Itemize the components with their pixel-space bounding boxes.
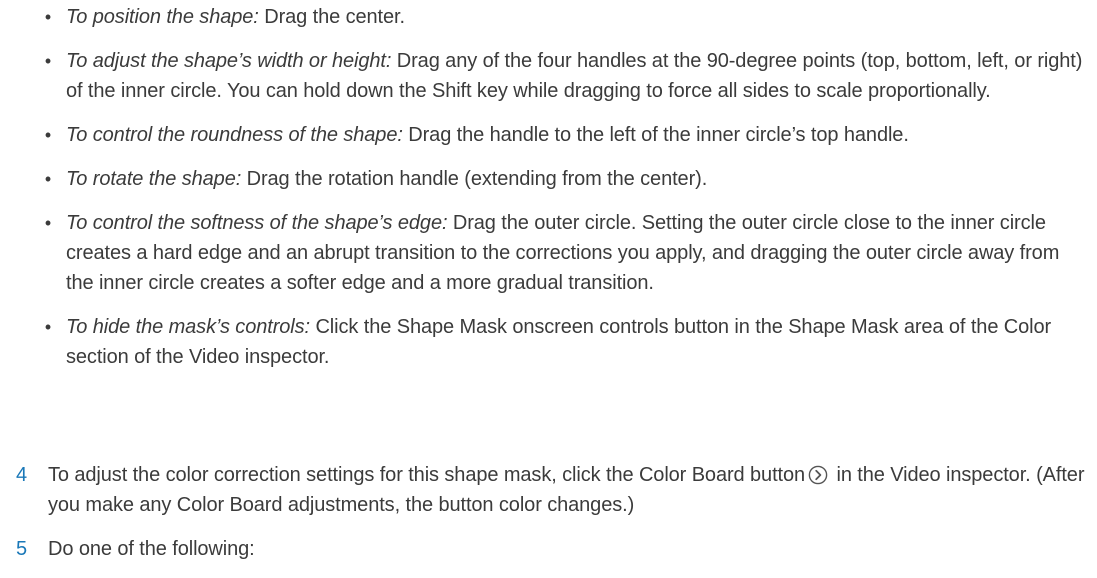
step-number: 4: [16, 464, 28, 486]
bullet-hide-controls: • To hide the mask’s controls: Click the …: [40, 312, 1090, 372]
bullet-glyph: •: [44, 125, 52, 145]
bullet-lead: To position the shape:: [66, 6, 259, 28]
bullet-adjust-width-height: • To adjust the shape’s width or height: …: [40, 46, 1090, 106]
bullet-glyph: •: [44, 7, 52, 27]
bullet-softness: • To control the softness of the shape’s …: [40, 208, 1090, 298]
bullet-roundness: • To control the roundness of the shape: …: [40, 120, 1090, 150]
bullet-rotate: • To rotate the shape: Drag the rotation …: [40, 164, 1090, 194]
manual-page: • To position the shape: Drag the center.…: [0, 0, 1097, 577]
bullet-lead: To adjust the shape’s width or height:: [66, 50, 392, 72]
step-number: 5: [16, 538, 28, 560]
bullet-glyph: •: [44, 213, 52, 233]
bullet-glyph: •: [44, 317, 52, 337]
bullet-text: Drag the rotation handle (extending from…: [241, 168, 708, 190]
bullet-lead: To rotate the shape:: [66, 168, 242, 190]
bullet-list: • To position the shape: Drag the center.…: [40, 0, 1090, 386]
step-list: 4 To adjust the color correction settings…: [16, 460, 1086, 578]
chevron-right-circle-icon: [808, 464, 828, 485]
step-text: Do one of the following:: [48, 538, 255, 560]
bullet-glyph: •: [44, 169, 52, 189]
bullet-lead: To control the roundness of the shape:: [66, 124, 403, 146]
bullet-position-shape: • To position the shape: Drag the center.: [40, 2, 1090, 32]
bullet-text: Drag the handle to the left of the inner…: [402, 124, 909, 146]
step-5: 5 Do one of the following:: [16, 534, 1086, 564]
bullet-lead: To hide the mask’s controls:: [66, 316, 310, 338]
step-4: 4 To adjust the color correction settings…: [16, 460, 1086, 520]
step-text-before: To adjust the color correction settings …: [48, 464, 806, 486]
bullet-text: Drag the center.: [258, 6, 405, 28]
bullet-glyph: •: [44, 51, 52, 71]
bullet-lead: To control the softness of the shape’s e…: [66, 212, 448, 234]
